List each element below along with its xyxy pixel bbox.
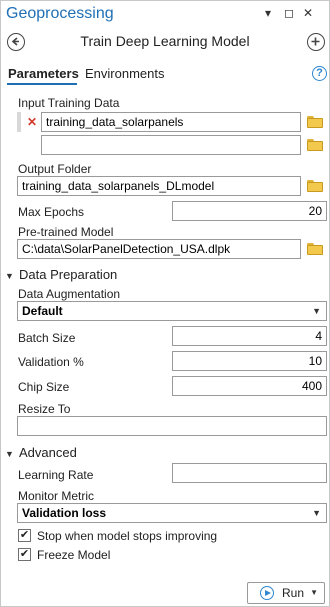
close-icon[interactable]: ✕ [303, 7, 313, 19]
chevron-down-icon: ▼ [5, 449, 14, 459]
pretrained-model-field[interactable]: C:\data\SolarPanelDetection_USA.dlpk [17, 239, 301, 259]
input-training-data-label: Input Training Data [18, 96, 120, 110]
monitor-metric-label: Monitor Metric [18, 489, 95, 503]
resize-to-label: Resize To [18, 402, 71, 416]
chevron-down-icon: ▼ [5, 271, 14, 281]
tab-strip: Parameters Environments ? [1, 65, 329, 85]
output-folder-field[interactable]: training_data_solarpanels_DLmodel [17, 176, 301, 196]
chip-size-field[interactable]: 400 [172, 376, 327, 396]
browse-folder-icon[interactable] [307, 180, 323, 192]
pane-titlebar: Geoprocessing ▾ ◻ ✕ [1, 1, 329, 27]
advanced-title: Advanced [19, 445, 77, 460]
data-augmentation-value: Default [22, 304, 63, 318]
tab-environments[interactable]: Environments [85, 66, 164, 81]
browse-folder-icon[interactable] [307, 139, 323, 151]
chevron-down-icon: ▼ [312, 508, 321, 518]
help-icon[interactable]: ? [312, 66, 327, 81]
geoprocessing-pane: Geoprocessing ▾ ◻ ✕ Train Deep Learning … [0, 0, 330, 607]
input-training-data-field-1[interactable]: training_data_solarpanels [41, 112, 301, 132]
input-training-data-field-2[interactable] [41, 135, 301, 155]
monitor-metric-value: Validation loss [22, 506, 107, 520]
data-preparation-title: Data Preparation [19, 267, 118, 282]
freeze-model-label: Freeze Model [37, 548, 111, 562]
active-tab-indicator [7, 83, 77, 85]
stop-improving-checkbox[interactable]: ✔ [18, 529, 31, 542]
tool-title: Train Deep Learning Model [80, 33, 250, 49]
pretrained-model-label: Pre-trained Model [18, 225, 114, 239]
run-play-icon [260, 586, 274, 600]
advanced-header[interactable]: ▼ Advanced [5, 445, 77, 460]
data-augmentation-label: Data Augmentation [18, 287, 121, 301]
browse-folder-icon[interactable] [307, 243, 323, 255]
validation-label: Validation % [18, 355, 84, 369]
data-preparation-header[interactable]: ▼ Data Preparation [5, 267, 117, 282]
tab-parameters[interactable]: Parameters [8, 66, 79, 81]
stop-improving-label: Stop when model stops improving [37, 529, 218, 543]
list-row-grip[interactable] [17, 112, 21, 132]
output-folder-label: Output Folder [18, 162, 92, 176]
run-button[interactable]: Run ▼ [247, 582, 325, 604]
chevron-down-icon[interactable]: ▼ [310, 588, 318, 597]
learning-rate-field[interactable] [172, 463, 327, 483]
tool-header: Train Deep Learning Model [1, 29, 329, 55]
max-epochs-label: Max Epochs [18, 205, 85, 219]
validation-field[interactable]: 10 [172, 351, 327, 371]
pane-title: Geoprocessing [6, 5, 114, 22]
browse-folder-icon[interactable] [307, 116, 323, 128]
monitor-metric-select[interactable]: Validation loss ▼ [17, 503, 327, 523]
maximize-icon[interactable]: ◻ [284, 7, 294, 19]
batch-size-label: Batch Size [18, 331, 76, 345]
resize-to-field[interactable] [17, 416, 327, 436]
freeze-model-checkbox[interactable]: ✔ [18, 548, 31, 561]
data-augmentation-select[interactable]: Default ▼ [17, 301, 327, 321]
add-icon[interactable] [307, 33, 325, 51]
chip-size-label: Chip Size [18, 380, 70, 394]
options-menu-icon[interactable]: ▾ [265, 7, 271, 19]
chevron-down-icon: ▼ [312, 306, 321, 316]
learning-rate-label: Learning Rate [18, 468, 94, 482]
max-epochs-field[interactable]: 20 [172, 201, 327, 221]
run-button-label: Run [282, 586, 305, 600]
remove-row-icon[interactable]: ✕ [27, 115, 37, 129]
batch-size-field[interactable]: 4 [172, 326, 327, 346]
